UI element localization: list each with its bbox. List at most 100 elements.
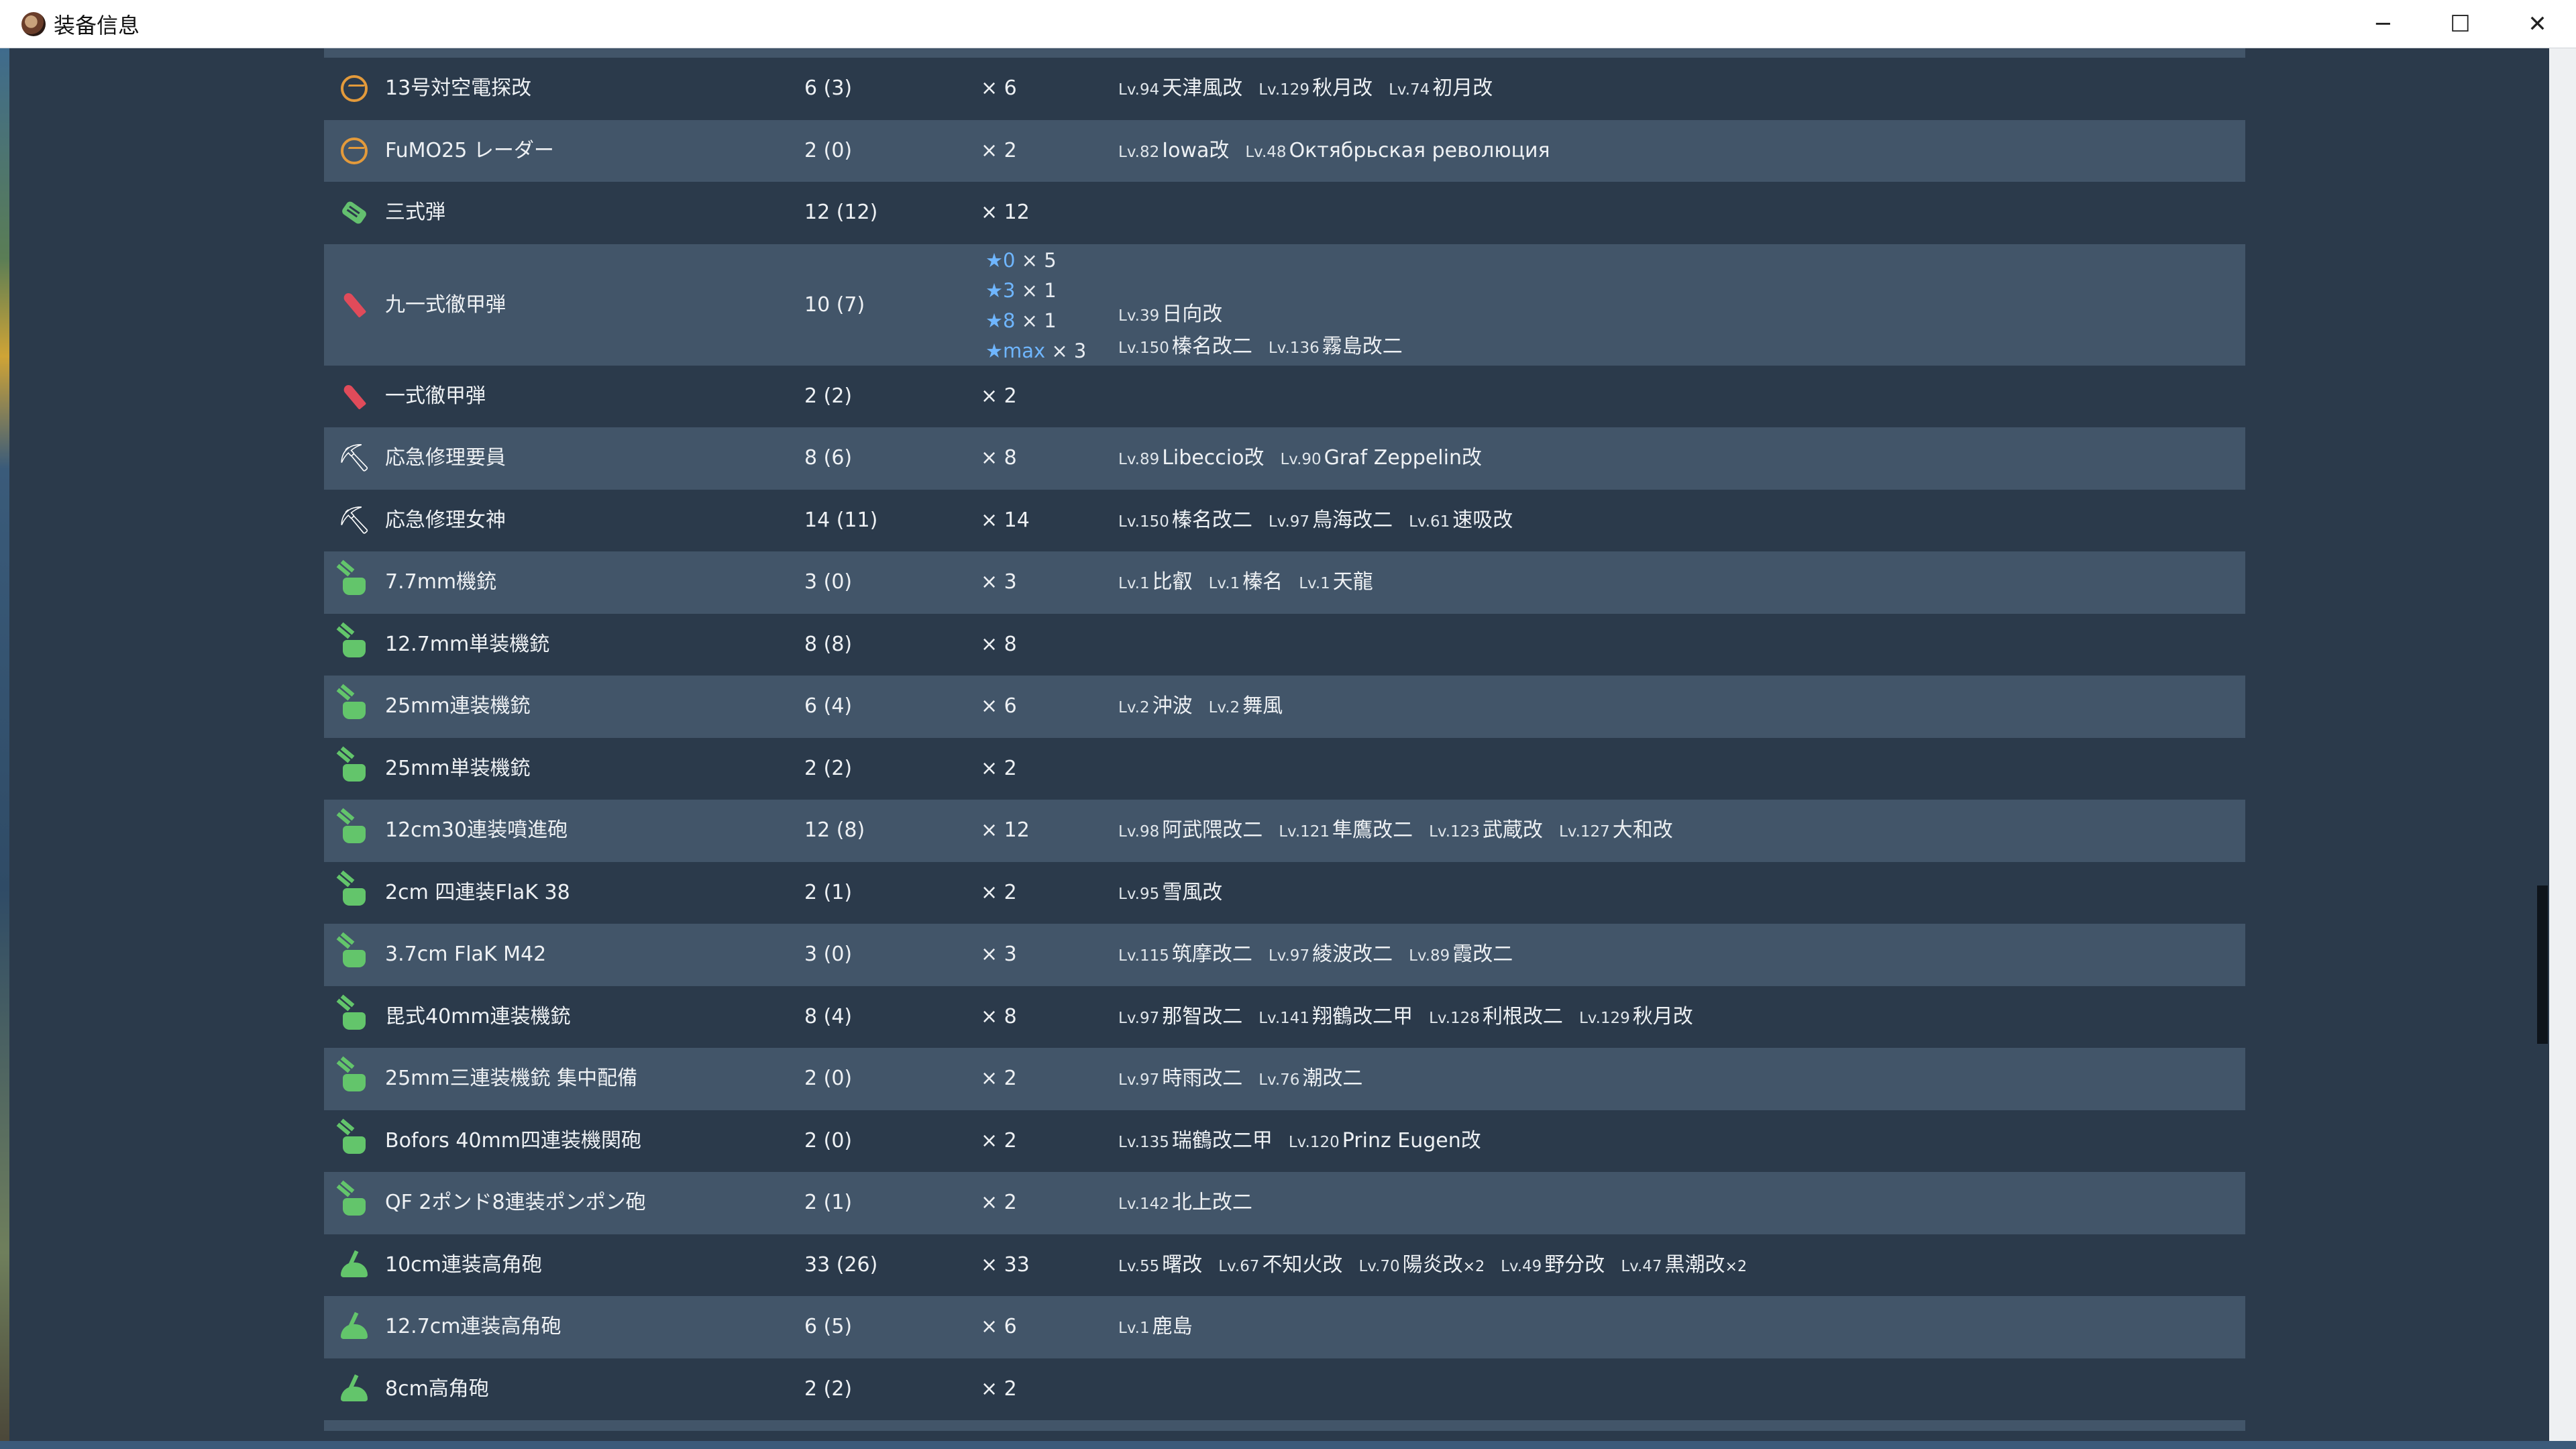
ship-entry: Lv.1 天龍 xyxy=(1299,570,1373,594)
table-row[interactable]: 12.7cm連装高角砲 6 (5) × 6 Lv.1 鹿島 xyxy=(324,1296,2245,1358)
equipment-name: 毘式40mm連装機銃 xyxy=(385,1004,571,1028)
equipment-list-view[interactable]: 13号対空電探改 6 (3) × 6 Lv.94 天津風改 Lv.129 秋月改 Lv.74 初… xyxy=(9,48,2536,1441)
machine-gun-icon xyxy=(339,1063,370,1094)
table-row[interactable]: 7.7mm機銃 3 (0) × 3 Lv.1 比叡 Lv.1 榛名 Lv.1 天龍 xyxy=(324,551,2245,614)
ship-level: Lv.136 xyxy=(1268,339,1320,357)
ship-level: Lv.95 xyxy=(1118,885,1160,903)
star-count: × 1 xyxy=(1015,278,1057,302)
equipped-ships: Lv.97 時雨改二 Lv.76 潮改二 xyxy=(1118,1048,1379,1110)
table-row[interactable]: FuMO25 レーダー 2 (0) × 2 Lv.82 Iowa改 Lv.48 Октябр… xyxy=(324,119,2245,182)
scrollbar-thumb[interactable] xyxy=(2537,885,2548,1044)
equipment-count: 6 (4) xyxy=(804,694,853,718)
table-row[interactable]: ⛏ 応急修理女神 14 (11) × 14 Lv.150 榛名改二 Lv.97 鳥海改二 Lv.… xyxy=(324,489,2245,551)
ship-level: Lv.82 xyxy=(1118,143,1160,161)
ship-name: 陽炎改 xyxy=(1402,1252,1463,1277)
ship-entry: Lv.129 秋月改 xyxy=(1579,1005,1693,1028)
table-row-partial xyxy=(324,1420,2245,1431)
ship-name: 武蔵改 xyxy=(1482,818,1543,842)
maximize-button[interactable]: ☐ xyxy=(2422,0,2499,48)
equipment-name: 25mm三連装機銃 集中配備 xyxy=(385,1067,638,1090)
equipment-multiplier: × 3 xyxy=(981,570,1017,594)
table-row[interactable]: 25mm三連装機銃 集中配備 2 (0) × 2 Lv.97 時雨改二 Lv.76 潮改二 xyxy=(324,1048,2245,1110)
ship-level: Lv.97 xyxy=(1118,1009,1160,1027)
table-row[interactable]: Bofors 40mm四連装機関砲 2 (0) × 2 Lv.135 瑞鶴改二甲 Lv.1… xyxy=(324,1110,2245,1173)
machine-gun-icon xyxy=(339,691,370,722)
table-row[interactable]: 13号対空電探改 6 (3) × 6 Lv.94 天津風改 Lv.129 秋月改 Lv.74 初… xyxy=(324,58,2245,120)
star-count: × 3 xyxy=(1045,339,1087,362)
ship-level: Lv.2 xyxy=(1118,699,1150,716)
table-row[interactable]: ⛏ 応急修理要員 8 (6) × 8 Lv.89 Libeccio改 Lv.90 Graf Z… xyxy=(324,427,2245,490)
improvement-breakdown: ★0 × 5 ★3 × 1 ★8 × 1 ★max × 3 xyxy=(985,246,1086,366)
equipment-multiplier: × 3 xyxy=(981,943,1017,966)
machine-gun-icon xyxy=(339,753,370,784)
ship-name: Prinz Eugen改 xyxy=(1342,1128,1481,1152)
ship-entry: Lv.89 Libeccio改 xyxy=(1118,446,1264,470)
table-row[interactable]: QF 2ポンド8連装ポンポン砲 2 (1) × 2 Lv.142 北上改二 xyxy=(324,1172,2245,1234)
table-row[interactable]: 3.7cm FlaK M42 3 (0) × 3 Lv.115 筑摩改二 Lv.97 綾波改… xyxy=(324,924,2245,986)
ship-name: 阿武隈改二 xyxy=(1162,818,1263,842)
star-count: × 1 xyxy=(1015,309,1057,332)
equipment-multiplier: × 6 xyxy=(981,1315,1017,1338)
ship-name: Октябрьская революция xyxy=(1289,138,1550,162)
table-row[interactable]: 10cm連装高角砲 33 (26) × 33 Lv.55 曙改 Lv.67 不知火改 Lv.7… xyxy=(324,1234,2245,1296)
ship-count: ×2 xyxy=(1725,1258,1747,1275)
radar-icon xyxy=(339,73,370,104)
equipped-ships: Lv.39 日向改 Lv.150 榛名改二 Lv.136 霧島改二 xyxy=(1118,299,1419,364)
ship-entry: Lv.94 天津風改 xyxy=(1118,76,1242,100)
equipment-count: 2 (2) xyxy=(804,384,853,408)
equipment-name: 九一式徹甲弾 xyxy=(385,292,506,317)
ship-entry: Lv.47 黒潮改×2 xyxy=(1621,1253,1747,1277)
ship-name: 日向改 xyxy=(1162,302,1223,326)
table-row[interactable]: 25mm単装機銃 2 (2) × 2 xyxy=(324,737,2245,800)
ship-name: 那智改二 xyxy=(1162,1004,1243,1028)
repair-icon: ⛏ xyxy=(337,443,372,474)
table-row[interactable]: 8cm高角砲 2 (2) × 2 xyxy=(324,1358,2245,1420)
minimize-button[interactable]: ─ xyxy=(2345,0,2422,48)
equipment-multiplier: × 12 xyxy=(981,201,1030,224)
star-level: ★3 xyxy=(985,278,1016,302)
machine-gun-icon xyxy=(339,1187,370,1218)
equipment-name: Bofors 40mm四連装機関砲 xyxy=(385,1128,641,1152)
table-row[interactable]: 一式徹甲弾 2 (2) × 2 xyxy=(324,365,2245,427)
equipment-multiplier: × 14 xyxy=(981,508,1030,532)
equipment-count: 2 (2) xyxy=(804,1377,853,1401)
ship-name: 瑞鶴改二甲 xyxy=(1171,1128,1273,1152)
equipment-count: 2 (0) xyxy=(804,138,853,162)
machine-gun-icon xyxy=(339,1002,370,1032)
table-row[interactable]: 25mm連装機銃 6 (4) × 6 Lv.2 沖波 Lv.2 舞風 xyxy=(324,676,2245,738)
equipment-name: 8cm高角砲 xyxy=(385,1377,489,1401)
equipment-count: 2 (1) xyxy=(804,1191,853,1214)
scrollbar-track[interactable] xyxy=(2536,48,2549,1444)
ship-name: 雪風改 xyxy=(1162,880,1223,904)
table-row[interactable]: 毘式40mm連装機銃 8 (4) × 8 Lv.97 那智改二 Lv.141 翔鶴改二甲 Lv… xyxy=(324,985,2245,1048)
ship-level: Lv.89 xyxy=(1118,451,1160,468)
side-pane xyxy=(2549,48,2576,1449)
ship-level: Lv.97 xyxy=(1118,1071,1160,1089)
ships-line: Lv.150 榛名改二 Lv.136 霧島改二 xyxy=(1118,331,1419,364)
ship-entry: Lv.121 隼鷹改二 xyxy=(1279,818,1413,842)
equipment-table: 13号対空電探改 6 (3) × 6 Lv.94 天津風改 Lv.129 秋月改 Lv.74 初… xyxy=(324,48,2245,1431)
ship-entry: Lv.89 霞改二 xyxy=(1409,943,1513,966)
table-row[interactable]: 九一式徹甲弾 10 (7) ★0 × 5 ★3 × 1 ★8 × 1 ★max × 3 Lv… xyxy=(324,244,2245,366)
window-controls: ─ ☐ ✕ xyxy=(2345,0,2576,48)
ship-level: Lv.97 xyxy=(1268,513,1310,531)
table-row[interactable]: 12cm30連装噴進砲 12 (8) × 12 Lv.98 阿武隈改二 Lv.121 隼鷹改… xyxy=(324,800,2245,862)
ship-entry: Lv.115 筑摩改二 xyxy=(1118,943,1252,966)
table-row[interactable]: 12.7mm単装機銃 8 (8) × 8 xyxy=(324,613,2245,676)
ship-name: 不知火改 xyxy=(1262,1252,1343,1277)
equipment-count: 2 (0) xyxy=(804,1128,853,1152)
equipped-ships: Lv.135 瑞鶴改二甲 Lv.120 Prinz Eugen改 xyxy=(1118,1110,1497,1173)
table-row[interactable]: 三式弾 12 (12) × 12 xyxy=(324,182,2245,244)
ship-entry: Lv.95 雪風改 xyxy=(1118,881,1222,904)
equipment-name: 三式弾 xyxy=(385,201,445,224)
equipment-count: 6 (5) xyxy=(804,1315,853,1338)
ship-level: Lv.74 xyxy=(1389,81,1430,99)
close-button[interactable]: ✕ xyxy=(2499,0,2576,48)
equipment-multiplier: × 2 xyxy=(981,138,1017,162)
ship-level: Lv.123 xyxy=(1429,823,1480,841)
radar-icon xyxy=(339,136,370,166)
star-count: × 5 xyxy=(1015,248,1057,272)
ap-shell-icon xyxy=(339,381,370,412)
table-row[interactable]: 2cm 四連装FlaK 38 2 (1) × 2 Lv.95 雪風改 xyxy=(324,861,2245,924)
equipment-name: 25mm単装機銃 xyxy=(385,756,531,780)
